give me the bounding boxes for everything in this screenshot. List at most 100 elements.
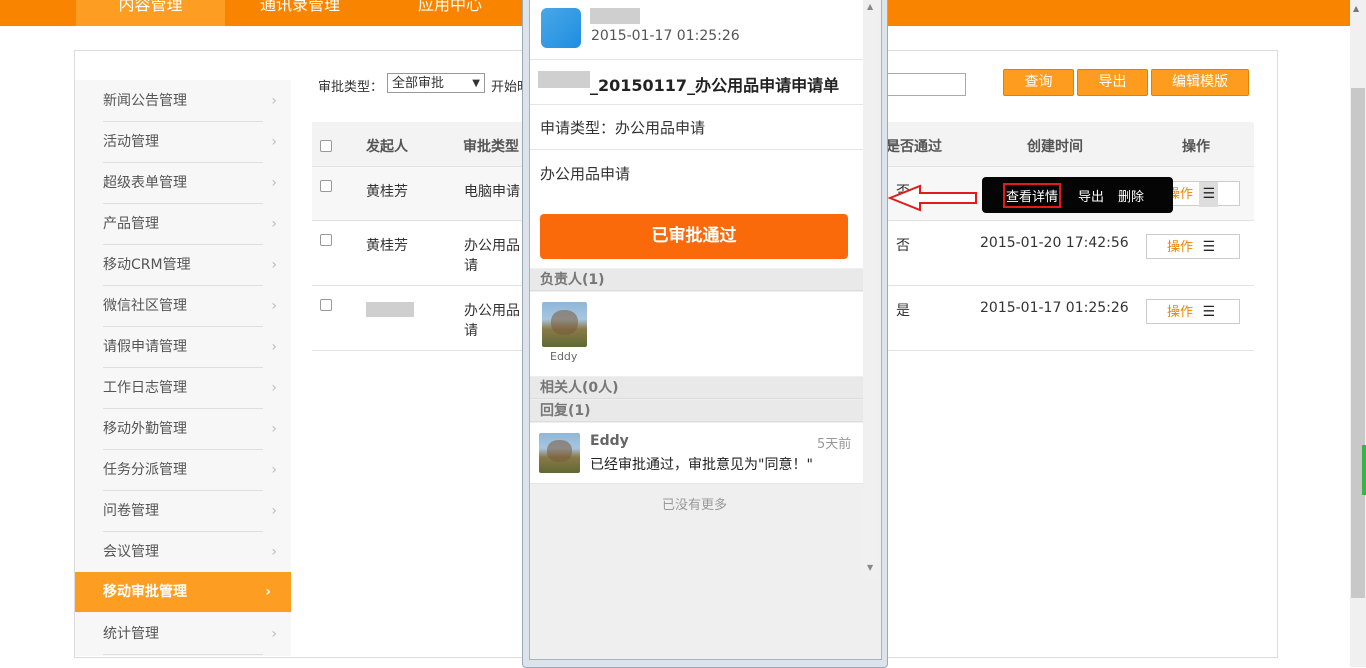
sidebar-item-label: 请假申请管理 [103,339,187,355]
reply-section-header: 回复(1) [530,400,863,422]
owner-avatar[interactable] [542,302,587,347]
sidebar-item-label: 移动审批管理 [103,584,187,600]
scrollbar-thumb[interactable] [1351,88,1365,598]
sidebar-item-label: 移动CRM管理 [103,257,191,273]
nav-tab-app-center[interactable]: 应用中心 [380,0,520,26]
apply-type-text: 申请类型：办公用品申请 [540,119,706,137]
chevron-right-icon: › [271,339,277,355]
chevron-right-icon: › [271,626,277,642]
reply-text: 已经审批通过，审批意见为"同意！" [590,457,813,473]
sidebar-item-label: 微信社区管理 [103,298,187,314]
date-input[interactable] [878,73,966,96]
menu-icon: ☰ [1199,182,1218,207]
redacted-title-prefix [538,71,590,88]
chevron-right-icon: › [271,134,277,150]
no-more-text: 已没有更多 [662,498,728,513]
created-cell: 2015-01-17 01:25:26 [980,300,1129,316]
popup-scrollbar[interactable]: ▲ ▼ [863,0,879,578]
export-menu-item[interactable]: 导出 [1078,186,1104,205]
export-button[interactable]: 导出 [1077,69,1148,96]
sidebar-item[interactable]: 移动外勤管理 › [103,409,277,450]
created-cell: 2015-01-20 17:42:56 [980,235,1129,251]
chevron-right-icon: › [271,257,277,273]
owner-section-header: 负责人(1) [530,269,863,291]
type-cell-line1: 办公用品 [464,303,520,319]
sidebar-item-label: 统计管理 [103,626,159,642]
col-created: 创建时间 [1027,139,1083,155]
type-cell: 电脑申请 [464,184,520,200]
reply-avatar [539,433,580,473]
scroll-down-icon[interactable]: ▼ [867,563,873,572]
select-all-checkbox[interactable] [320,140,332,152]
view-detail-menu-item[interactable]: 查看详情 [1002,183,1062,208]
owner-name: Eddy [550,350,578,363]
row-checkbox[interactable] [320,234,332,246]
col-passed: 是否通过 [886,139,942,155]
menu-icon: ☰ [1202,239,1215,255]
sidebar-item[interactable]: 任务分派管理 › [103,450,277,491]
type-cell-line2: 请 [464,323,478,339]
approval-type-label: 审批类型： [318,80,384,95]
redacted-name [590,8,640,24]
menu-icon: ☰ [1202,304,1215,320]
sidebar-item[interactable]: 问卷管理 › [103,491,277,532]
chevron-right-icon: › [271,175,277,191]
type-cell-line2: 请 [464,258,478,274]
sidebar-item-label: 产品管理 [103,216,159,232]
chevron-right-icon: › [271,544,277,560]
row-op-button[interactable]: 操作 ☰ [1146,234,1240,259]
applicant-avatar [541,8,581,48]
chevron-right-icon: › [271,93,277,109]
sidebar-item[interactable]: 会议管理 › [103,532,277,573]
sidebar-item-label: 问卷管理 [103,503,159,519]
sidebar-item-label: 超级表单管理 [103,175,187,191]
sidebar-item[interactable]: 移动审批管理 › [75,572,291,612]
col-initiator: 发起人 [366,139,408,155]
chevron-right-icon: › [271,503,277,519]
initiator-cell: 黄桂芳 [366,184,408,200]
sidebar-item-label: 工作日志管理 [103,380,187,396]
chevron-right-icon: › [271,216,277,232]
chevron-right-icon: › [271,421,277,437]
page-scrollbar[interactable]: ▲ [1350,0,1366,667]
row-checkbox[interactable] [320,180,332,192]
type-cell-line1: 办公用品 [464,238,520,254]
sidebar-item[interactable]: 统计管理 › [103,614,277,655]
content-text: 办公用品申请 [540,165,631,183]
annotation-arrow-icon [888,184,977,212]
row-checkbox[interactable] [320,299,332,311]
detail-timestamp: 2015-01-17 01:25:26 [591,28,740,44]
related-section-header: 相关人(0人) [530,377,863,399]
nav-tab-content[interactable]: 内容管理 [76,0,225,26]
sidebar-item[interactable]: 产品管理 › [103,204,277,245]
approval-type-select[interactable]: 全部审批 ▼ [387,73,485,93]
chevron-right-icon: › [271,462,277,478]
reply-author: Eddy [590,433,629,449]
delete-menu-item[interactable]: 删除 [1118,186,1144,205]
chevron-right-icon: › [271,380,277,396]
sidebar-item[interactable]: 工作日志管理 › [103,368,277,409]
nav-tab-contacts[interactable]: 通讯录管理 [230,0,370,26]
chevron-right-icon: › [265,584,271,600]
sidebar-item[interactable]: 微信社区管理 › [103,286,277,327]
query-button[interactable]: 查询 [1003,69,1074,96]
approved-status-button[interactable]: 已审批通过 [540,214,848,259]
scroll-up-icon[interactable]: ▲ [867,2,873,11]
side-indicator [1362,445,1366,495]
sidebar-item[interactable]: 活动管理 › [103,122,277,163]
sidebar-item[interactable]: 新闻公告管理 › [103,81,277,122]
sidebar-item-label: 会议管理 [103,544,159,560]
sidebar-item[interactable]: 请假申请管理 › [103,327,277,368]
sidebar-item-label: 活动管理 [103,134,159,150]
edit-template-button[interactable]: 编辑模版 [1151,69,1249,96]
sidebar-item[interactable]: 超级表单管理 › [103,163,277,204]
sidebar-item[interactable]: 移动CRM管理 › [103,245,277,286]
approval-type-value: 全部审批 [392,76,445,91]
sidebar-item-label: 移动外勤管理 [103,421,187,437]
scroll-up-icon[interactable]: ▲ [1353,4,1359,13]
dropdown-arrow-icon: ▼ [472,78,480,89]
initiator-cell: 黄桂芳 [366,238,408,254]
row-op-button[interactable]: 操作 ☰ [1146,299,1240,324]
detail-title: _20150117_办公用品申请申请单 [590,76,840,95]
op-label: 操作 [1167,305,1194,320]
